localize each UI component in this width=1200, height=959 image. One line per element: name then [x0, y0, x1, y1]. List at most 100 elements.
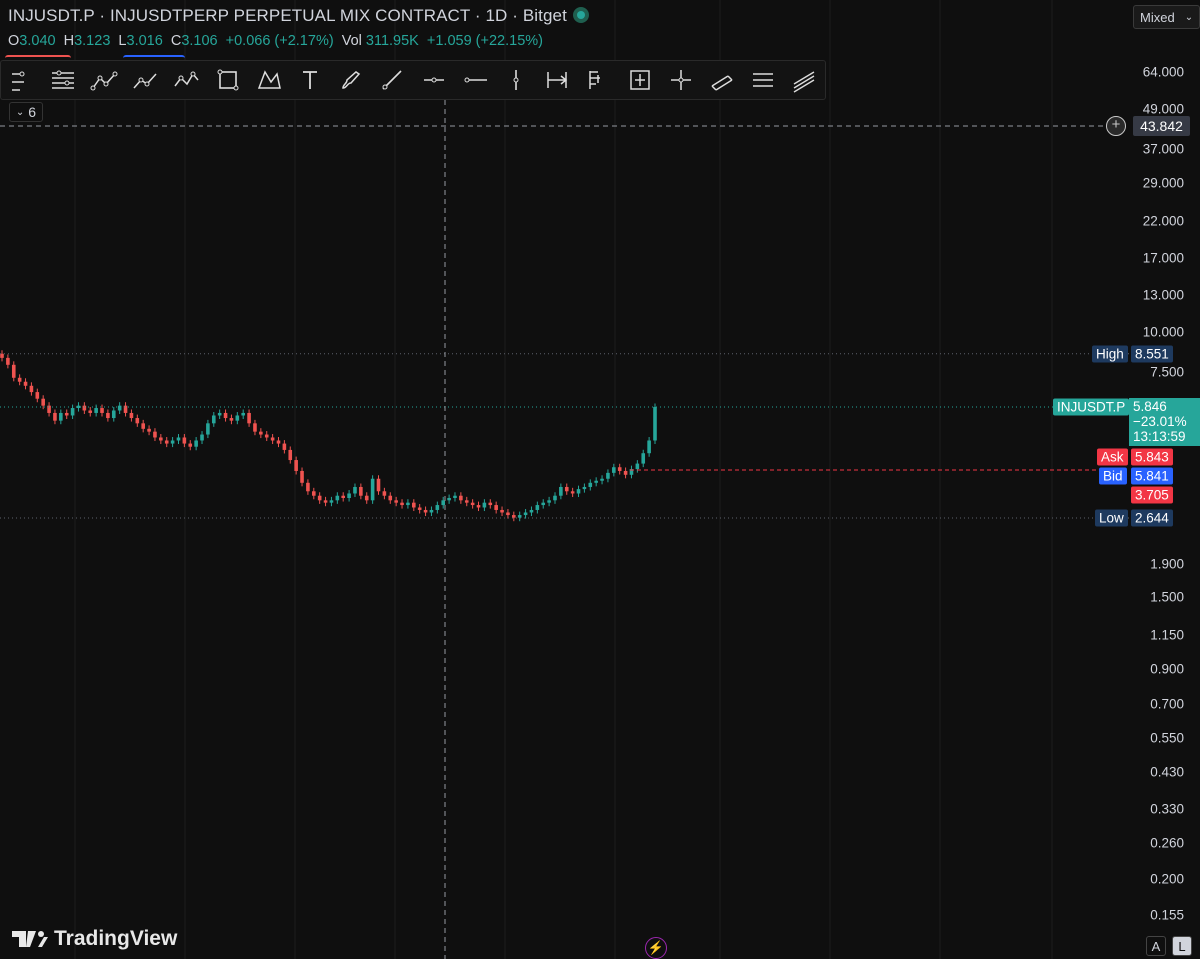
candle-body	[270, 437, 275, 441]
candle-body	[547, 500, 551, 503]
horizontal-line-tool-button[interactable]	[454, 62, 495, 98]
parallel-channel-tool-button[interactable]	[701, 62, 742, 98]
candle-body	[512, 515, 516, 518]
horizontal-ray-tool-button[interactable]	[413, 62, 454, 98]
candle-body	[329, 500, 334, 503]
tradingview-logo[interactable]: TradingView	[12, 927, 177, 951]
brush-tool-button[interactable]	[331, 62, 372, 98]
candle-body	[600, 478, 604, 481]
candle-body	[482, 502, 487, 508]
scale-mode-select[interactable]: Mixed ⌄	[1133, 5, 1200, 29]
text-tool-button[interactable]	[289, 62, 330, 98]
fib-icon	[51, 70, 74, 89]
price-axis-label: 10.000	[1142, 324, 1184, 340]
candle-body	[229, 418, 234, 421]
symbol-title[interactable]: INJUSDT.P · INJUSDTPERP PERPETUAL MIX CO…	[8, 6, 589, 26]
price-axis-label: 49.000	[1142, 101, 1184, 117]
candle-body	[317, 495, 322, 501]
date-price-range-tool-button[interactable]	[619, 62, 660, 98]
candle-body	[153, 431, 157, 438]
text-icon	[303, 71, 318, 89]
polyline-icon	[133, 73, 157, 89]
crosshair-price-label: 43.842	[1133, 116, 1190, 136]
candle-body	[182, 437, 187, 444]
lightning-icon[interactable]: ⚡	[645, 937, 667, 959]
candle-body	[400, 502, 404, 506]
wxy-pattern-tool-button[interactable]	[166, 62, 207, 98]
brand-name: TradingView	[54, 927, 178, 950]
candle-body	[506, 512, 510, 516]
candle-body	[17, 377, 22, 382]
candle-body	[53, 412, 57, 421]
symbol-title-text: INJUSDT.P · INJUSDTPERP PERPETUAL MIX CO…	[8, 6, 567, 25]
candle-body	[300, 470, 304, 483]
auto-scale-button[interactable]: A	[1146, 936, 1166, 956]
candle-body	[70, 408, 75, 416]
regression-tool-button[interactable]	[784, 62, 825, 98]
date-range-tool-button[interactable]	[537, 62, 578, 98]
market-status-icon[interactable]	[572, 7, 589, 23]
candle-body	[164, 440, 169, 444]
low-marker-label: Low	[1095, 509, 1128, 527]
candle-body	[176, 437, 181, 441]
candle-body	[606, 472, 610, 479]
price-range-tool-button[interactable]	[578, 62, 619, 98]
high-marker-value: 8.551	[1131, 345, 1173, 363]
chevron-down-icon: ⌄	[15, 106, 25, 118]
high-marker-label: High	[1092, 345, 1128, 363]
indicator-tab-blue[interactable]	[123, 55, 185, 59]
candle-body	[435, 505, 440, 510]
pitchfan-tool-button[interactable]	[743, 62, 784, 98]
candle-body	[423, 509, 428, 513]
price-chart[interactable]	[0, 0, 1200, 959]
candlestick-series	[0, 350, 657, 522]
secondary-price-value: 3.705	[1131, 486, 1173, 504]
add-alert-plus-icon[interactable]: +	[1106, 116, 1126, 136]
candle-body	[653, 406, 657, 441]
candle-body	[341, 495, 346, 498]
fib-tool-button[interactable]	[42, 62, 83, 98]
vertical-line-tool-button[interactable]	[495, 62, 536, 98]
candle-body	[447, 497, 451, 501]
low-marker-value: 2.644	[1131, 509, 1173, 527]
ray-tool-button[interactable]	[372, 62, 413, 98]
indicators-collapse-button[interactable]: ⌄ 6	[9, 102, 43, 122]
cross-line-tool-button[interactable]	[660, 62, 701, 98]
candle-body	[612, 467, 616, 473]
open-label: O	[8, 33, 20, 49]
abcd-pattern-tool-button[interactable]	[83, 62, 124, 98]
candle-body	[147, 428, 151, 432]
bid-value: 5.841	[1131, 467, 1173, 485]
candle-body	[223, 412, 228, 419]
rectangle-tool-button[interactable]	[207, 62, 248, 98]
candle-body	[335, 495, 340, 501]
candle-body	[523, 512, 528, 516]
bar-countdown: 13:13:59	[1133, 429, 1186, 444]
log-scale-button[interactable]: L	[1172, 936, 1192, 956]
candle-body	[617, 467, 622, 471]
indicator-tab-red[interactable]	[5, 55, 71, 59]
candle-body	[417, 507, 422, 510]
candle-body	[500, 509, 504, 513]
candle-body	[594, 480, 598, 483]
horizontal-line-icon	[464, 77, 487, 83]
polyline-tool-button[interactable]	[125, 62, 166, 98]
price-axis-label: 0.155	[1150, 907, 1184, 923]
candle-body	[88, 410, 93, 413]
candle-body	[570, 491, 575, 494]
vertical-line-icon	[513, 70, 519, 90]
price-axis-label: 0.260	[1150, 835, 1184, 851]
regression-icon	[794, 71, 815, 93]
xabcd-pattern-tool-button[interactable]	[248, 62, 289, 98]
candle-body	[635, 463, 640, 470]
high-label: H	[63, 33, 75, 49]
trend-lines-tool-button[interactable]	[1, 62, 42, 98]
low-label: L	[118, 33, 127, 49]
candle-body	[11, 364, 16, 378]
price-axis-label: 0.200	[1150, 871, 1184, 887]
wxy-pattern-icon	[174, 71, 199, 87]
candle-body	[259, 431, 263, 435]
candle-body	[623, 470, 628, 475]
candle-body	[353, 486, 357, 494]
candle-body	[6, 357, 10, 365]
